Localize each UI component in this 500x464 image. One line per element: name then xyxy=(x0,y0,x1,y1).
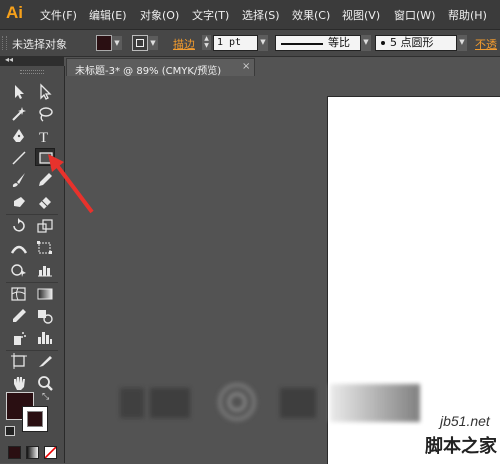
menu-bar: Ai 文件(F) 编辑(E) 对象(O) 文字(T) 选择(S) 效果(C) 视… xyxy=(0,0,500,29)
brush-definition-select[interactable]: 5 点圆形 xyxy=(375,35,457,51)
profile-label: 等比 xyxy=(328,36,350,49)
width-tool-icon[interactable] xyxy=(9,239,29,257)
chart-tool-icon[interactable] xyxy=(35,261,55,279)
column-graph-tool-icon[interactable] xyxy=(35,329,55,347)
tools-panel-header: ◂◂ xyxy=(0,55,64,66)
tools-divider xyxy=(6,282,58,283)
stroke-weight-spinner-icon[interactable]: ▲ ▼ xyxy=(202,35,211,50)
brush-dot-icon xyxy=(381,41,385,45)
selection-tool-icon[interactable] xyxy=(9,83,29,101)
slice-tool-icon[interactable] xyxy=(35,352,55,370)
menu-view[interactable]: 视图(V) xyxy=(342,7,380,23)
stroke-swatch-inner xyxy=(27,411,43,427)
symbol-sprayer-tool-icon[interactable] xyxy=(9,329,29,347)
tools-divider xyxy=(6,350,58,351)
stroke-color-swatch[interactable] xyxy=(132,35,148,51)
watermark-url: jb51.net xyxy=(440,413,490,429)
none-mode-icon[interactable] xyxy=(44,446,57,459)
document-title: 未标题-3* @ 89% (CMYK/预览) xyxy=(75,66,222,77)
shape-builder-tool-icon[interactable] xyxy=(9,261,29,279)
direct-selection-tool-icon[interactable] xyxy=(35,83,55,101)
variable-width-profile-select[interactable]: 等比 xyxy=(275,35,361,51)
stroke-weight-input[interactable]: 1 pt xyxy=(213,35,258,51)
zoom-tool-icon[interactable] xyxy=(35,374,55,392)
annotation-arrow-icon xyxy=(48,154,94,214)
blend-tool-icon[interactable] xyxy=(35,307,55,325)
fill-dropdown-icon[interactable]: ▼ xyxy=(112,36,122,50)
close-tab-icon[interactable]: × xyxy=(242,61,250,72)
menu-select[interactable]: 选择(S) xyxy=(242,7,280,23)
free-transform-tool-icon[interactable] xyxy=(35,239,55,257)
rotate-tool-icon[interactable] xyxy=(9,217,29,235)
menu-window[interactable]: 窗口(W) xyxy=(394,7,435,23)
stroke-label-link[interactable]: 描边 xyxy=(173,36,195,52)
profile-line-icon xyxy=(281,43,323,45)
tools-panel-grip[interactable] xyxy=(20,70,44,74)
profile-dropdown-icon[interactable]: ▼ xyxy=(361,35,371,51)
app-logo: Ai xyxy=(6,3,23,22)
menu-edit[interactable]: 编辑(E) xyxy=(89,7,127,23)
document-tab[interactable]: 未标题-3* @ 89% (CMYK/预览) × xyxy=(66,58,255,77)
panel-grip[interactable] xyxy=(2,36,7,50)
menu-effect[interactable]: 效果(C) xyxy=(292,7,330,23)
magic-wand-tool-icon[interactable] xyxy=(9,105,29,123)
mesh-tool-icon[interactable] xyxy=(9,285,29,303)
gradient-tool-icon[interactable] xyxy=(35,285,55,303)
type-tool-icon[interactable]: T xyxy=(35,127,55,145)
menu-file[interactable]: 文件(F) xyxy=(40,7,77,23)
opacity-label-link[interactable]: 不透 xyxy=(475,36,497,52)
fill-color-swatch[interactable] xyxy=(96,35,112,51)
color-mode-icon[interactable] xyxy=(8,446,21,459)
eyedropper-tool-icon[interactable] xyxy=(9,307,29,325)
default-fill-stroke-icon[interactable] xyxy=(5,426,15,436)
menu-help[interactable]: 帮助(H) xyxy=(448,7,487,23)
brush-dropdown-icon[interactable]: ▼ xyxy=(457,35,467,51)
menu-type[interactable]: 文字(T) xyxy=(192,7,229,23)
stroke-dropdown-icon[interactable]: ▼ xyxy=(148,36,158,50)
swap-fill-stroke-icon[interactable]: ⤡ xyxy=(42,392,49,402)
watermark-name: 脚本之家 xyxy=(425,436,497,457)
collapse-panel-icon[interactable]: ◂◂ xyxy=(5,55,13,64)
stroke-weight-dropdown-icon[interactable]: ▼ xyxy=(258,35,268,51)
tools-panel: T ⤡ xyxy=(0,66,65,463)
stroke-swatch[interactable] xyxy=(22,406,48,432)
brush-label: 5 点圆形 xyxy=(390,36,434,49)
artboard-tool-icon[interactable] xyxy=(9,352,29,370)
hand-tool-icon[interactable] xyxy=(9,374,29,392)
gradient-mode-icon[interactable] xyxy=(26,446,39,459)
menu-object[interactable]: 对象(O) xyxy=(140,7,179,23)
line-segment-tool-icon[interactable] xyxy=(9,149,29,167)
blurred-overlay xyxy=(120,382,420,422)
lasso-tool-icon[interactable] xyxy=(35,105,55,123)
svg-text:T: T xyxy=(39,130,48,145)
pen-tool-icon[interactable] xyxy=(9,127,29,145)
paintbrush-tool-icon[interactable] xyxy=(9,171,29,189)
control-bar: 未选择对象 ▼ ▼ 描边 ▲ ▼ 1 pt ▼ 等比 ▼ 5 点圆形 ▼ 不透 xyxy=(0,29,500,57)
blob-brush-tool-icon[interactable] xyxy=(9,193,29,211)
selection-status: 未选择对象 xyxy=(12,38,67,51)
